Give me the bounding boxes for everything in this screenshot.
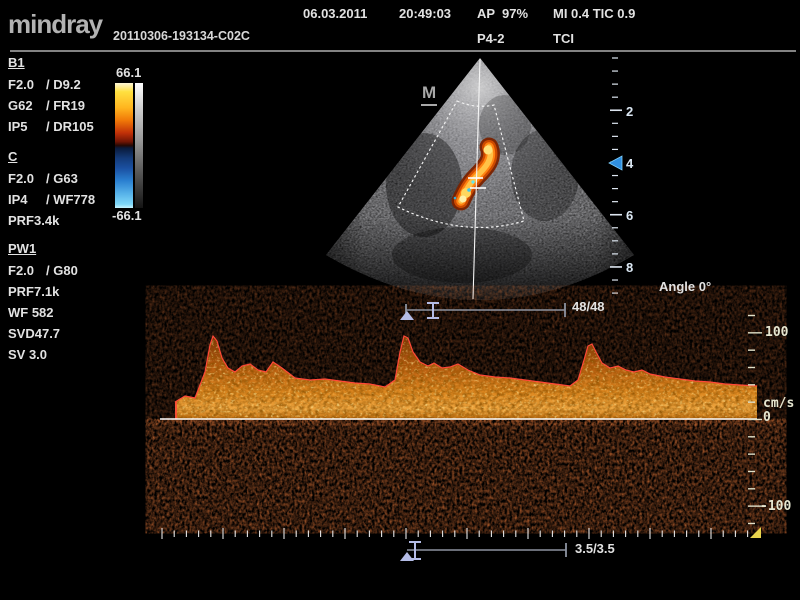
mi-tic-values: MI 0.4 TIC 0.9 (553, 7, 635, 21)
param-row: F2.0/ D9.2 (8, 78, 81, 92)
depth-label-8: 8 (626, 261, 633, 275)
depth-label-2: 2 (626, 105, 633, 119)
imaging-mode: TCI (553, 32, 574, 46)
color-doppler-scale-bar (115, 83, 133, 208)
orientation-marker: M (421, 84, 437, 106)
section-title-b1: B1 (8, 56, 25, 70)
ultrasound-screen: mindray 20110306-193134-C02C 06.03.2011 … (0, 0, 800, 600)
param-row: PRF3.4k (8, 214, 59, 228)
param-row: PRF7.1k (8, 285, 59, 299)
acoustic-power: AP 97% (477, 7, 528, 21)
velocity-min-label: -100 (760, 500, 791, 514)
probe-name: P4-2 (477, 32, 504, 46)
param-row: G62/ FR19 (8, 99, 85, 113)
time-display: 20:49:03 (399, 7, 451, 21)
mindray-logo: mindray (8, 10, 102, 39)
frame-counter: 48/48 (572, 300, 605, 314)
param-row: SV 3.0 (8, 348, 47, 362)
velocity-max-label: 100 (765, 326, 788, 340)
depth-label-4: 4 (626, 157, 633, 171)
grayscale-bar (135, 83, 143, 208)
section-title-c: C (8, 150, 17, 164)
param-row: WF 582 (8, 306, 54, 320)
param-row: IP5/ DR105 (8, 120, 94, 134)
colorbar-min-label: -66.1 (112, 209, 142, 223)
exam-id: 20110306-193134-C02C (113, 30, 250, 44)
param-row: SVD47.7 (8, 327, 60, 341)
sweep-counter: 3.5/3.5 (575, 542, 615, 556)
angle-label: Angle 0° (659, 280, 711, 294)
param-row: IP4/ WF778 (8, 193, 95, 207)
date-display: 06.03.2011 (303, 7, 367, 21)
depth-label-6: 6 (626, 209, 633, 223)
velocity-zero-label: 0 (763, 411, 771, 425)
header-divider (10, 50, 796, 52)
colorbar-max-label: 66.1 (116, 66, 141, 80)
param-row: F2.0/ G63 (8, 172, 78, 186)
section-title-pw1: PW1 (8, 242, 36, 256)
param-row: F2.0/ G80 (8, 264, 78, 278)
